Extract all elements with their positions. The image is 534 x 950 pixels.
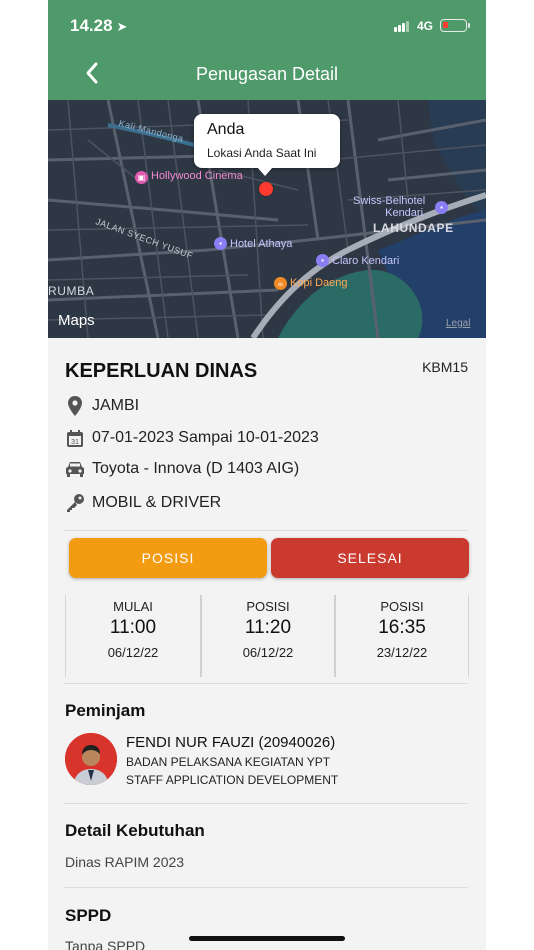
map-label-hollywood: Hollywood Cinema [151, 170, 243, 182]
location-row: JAMBI [64, 394, 139, 418]
stat-time: 11:20 [244, 617, 292, 638]
map-label-swiss-line1: Swiss-Belhotel [353, 195, 426, 207]
legal-link[interactable]: Legal [446, 318, 470, 329]
location-callout[interactable]: Anda Lokasi Anda Saat Ini [194, 114, 340, 176]
map-pin-icon [64, 396, 86, 416]
status-time-text: 14.28 [70, 16, 113, 35]
date-range-text: 07-01-2023 Sampai 10-01-2023 [92, 429, 319, 446]
stat-posisi-1: POSISI 11:20 06/12/22 [200, 595, 334, 677]
stat-label: POSISI [380, 599, 424, 614]
home-indicator[interactable] [189, 936, 345, 941]
date-row: 31 07-01-2023 Sampai 10-01-2023 [64, 426, 319, 450]
map-view[interactable]: Kali Mandonga ▣ Hollywood Cinema JALAN S… [48, 100, 486, 338]
status-time: 14.28 ➤ [70, 16, 127, 36]
stat-date: 06/12/22 [242, 645, 294, 660]
selesai-button[interactable]: SELESAI [271, 538, 469, 578]
divider [64, 530, 468, 531]
type-row: MOBIL & DRIVER [64, 491, 221, 515]
stats-panel: MULAI 11:00 06/12/22 POSISI 11:20 06/12/… [65, 595, 469, 677]
current-location-pin-icon[interactable] [259, 182, 273, 196]
callout-subtitle: Lokasi Anda Saat Ini [207, 146, 317, 160]
stat-label: POSISI [246, 599, 290, 614]
hotel-icon: ▪ [316, 254, 329, 267]
person-photo [65, 733, 117, 785]
map-label-athaya: Hotel Athaya [230, 238, 293, 250]
detail-title: KEPERLUAN DINAS [65, 360, 258, 382]
peminjam-role: STAFF APPLICATION DEVELOPMENT [126, 773, 339, 787]
type-text: MOBIL & DRIVER [92, 494, 222, 511]
cafe-icon: ☕ [274, 277, 287, 290]
stat-label: MULAI [113, 599, 153, 614]
car-icon [64, 461, 86, 477]
map-label-claro: Claro Kendari [332, 255, 400, 267]
divider [64, 887, 468, 888]
phone-screen: 14.28 ➤ 4G Penugasan Detail Kali Mandong… [48, 0, 486, 950]
map-label-swiss-line2: Kendari [385, 207, 424, 219]
nav-bar: Penugasan Detail [48, 50, 486, 100]
peminjam-heading: Peminjam [65, 701, 146, 720]
detail-content: KEPERLUAN DINAS KBM15 JAMBI 31 07-01-202… [48, 338, 486, 950]
kebutuhan-text: Dinas RAPIM 2023 [65, 854, 185, 870]
map-label-rumba: RUMBA [48, 284, 95, 298]
location-text: JAMBI [92, 397, 140, 414]
detail-code: KBM15 [422, 359, 468, 375]
battery-icon [440, 19, 470, 32]
map-label-district: LAHUNDAPE [373, 221, 454, 235]
cinema-icon: ▣ [135, 171, 148, 184]
stat-mulai: MULAI 11:00 06/12/22 [66, 595, 200, 677]
map-label-kopi: Kopi Daeng [290, 277, 348, 289]
page-title: Penugasan Detail [195, 64, 339, 84]
sppd-text: Tanpa SPPD [65, 938, 146, 950]
divider [64, 683, 468, 684]
divider [64, 803, 468, 804]
hotel-icon: ▪ [214, 237, 227, 250]
maps-logo-text: Maps [58, 312, 95, 329]
key-icon [64, 493, 86, 513]
callout-title: Anda [207, 121, 245, 138]
peminjam-name: FENDI NUR FAUZI (20940026) [126, 734, 336, 751]
avatar[interactable] [65, 733, 117, 785]
stat-time: 16:35 [378, 617, 426, 638]
network-type: 4G [417, 19, 434, 33]
vehicle-row: Toyota - Innova (D 1403 AIG) [64, 457, 299, 481]
map-label-swiss: Swiss-Belhotel Kendari [353, 195, 425, 219]
hotel-icon: ▪ [435, 201, 448, 214]
svg-text:31: 31 [71, 439, 79, 446]
stat-posisi-2: POSISI 16:35 23/12/22 [334, 595, 468, 677]
status-bar: 14.28 ➤ 4G [48, 0, 486, 50]
stat-date: 23/12/22 [376, 645, 428, 660]
signal-icon [394, 20, 412, 32]
calendar-icon: 31 [64, 429, 86, 447]
vehicle-text: Toyota - Innova (D 1403 AIG) [92, 460, 300, 477]
kebutuhan-heading: Detail Kebutuhan [65, 821, 205, 840]
location-arrow-icon: ➤ [116, 19, 128, 34]
stat-date: 06/12/22 [107, 645, 159, 660]
stat-time: 11:00 [109, 617, 157, 638]
sppd-heading: SPPD [65, 906, 112, 925]
maps-logo: Maps [58, 312, 95, 329]
posisi-button[interactable]: POSISI [69, 538, 267, 578]
peminjam-org: BADAN PELAKSANA KEGIATAN YPT [126, 755, 331, 769]
